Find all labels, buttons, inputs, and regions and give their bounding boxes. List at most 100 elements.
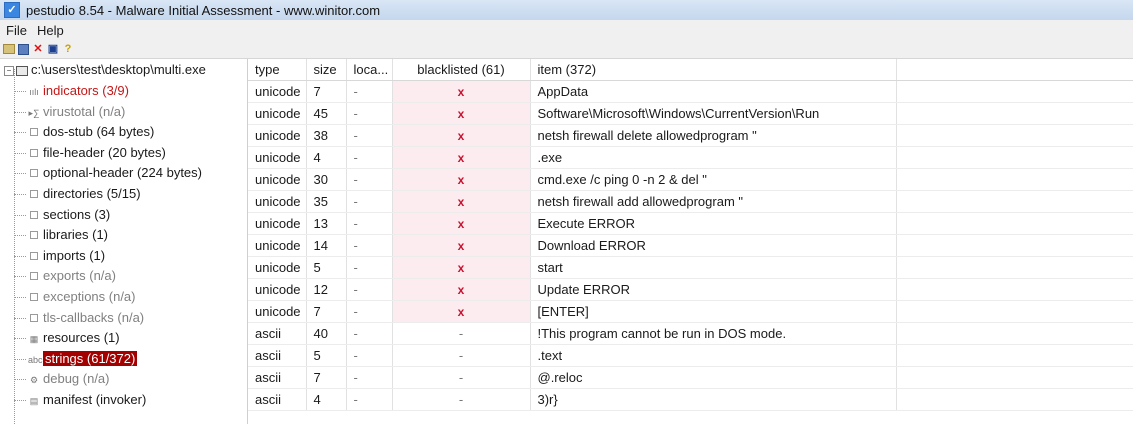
column-size[interactable]: size — [306, 59, 347, 81]
cell-type: unicode — [248, 212, 307, 235]
table-row[interactable]: unicode 45- x Software\Microsoft\Windows\Cu… — [248, 102, 1133, 125]
tree-branch-line — [14, 235, 26, 237]
tree-item[interactable]: dos-stub (64 bytes) — [14, 121, 154, 142]
cell-filler — [896, 234, 1133, 257]
cell-size: 35 — [306, 190, 347, 213]
cell-blacklisted: - — [392, 322, 531, 345]
cell-type: unicode — [248, 146, 307, 169]
tree-item[interactable]: ⚙ debug (n/a) — [14, 368, 110, 389]
tree-item-label: tls-callbacks (n/a) — [43, 309, 145, 325]
table-row[interactable]: ascii 40- - !This program cannot be run in … — [248, 322, 1133, 345]
table-row[interactable]: unicode 30- x cmd.exe /c ping 0 -n 2 & del … — [248, 168, 1133, 191]
table-row[interactable]: unicode 12- x Update ERROR — [248, 278, 1133, 301]
tree-item-label: resources (1) — [43, 330, 120, 346]
tree-item[interactable]: sections (3) — [14, 204, 110, 225]
cell-item: Download ERROR — [530, 234, 897, 257]
tree-item[interactable]: ▤ manifest (invoker) — [14, 389, 146, 410]
tree-branch-line — [14, 276, 26, 278]
table-row[interactable]: unicode 5- x start — [248, 256, 1133, 279]
tree-item[interactable]: ▦ resources (1) — [14, 327, 120, 348]
tree-item-label: libraries (1) — [43, 227, 109, 243]
column-blacklisted[interactable]: blacklisted (61) — [392, 59, 531, 81]
cell-type: ascii — [248, 366, 307, 389]
tree-item-label: imports (1) — [43, 247, 106, 263]
table-row[interactable]: unicode 14- x Download ERROR — [248, 234, 1133, 257]
table-row[interactable]: ascii 4- -3)r} — [248, 388, 1133, 411]
open-icon[interactable] — [3, 44, 15, 54]
table-row[interactable]: unicode 4- x .exe — [248, 146, 1133, 169]
cell-item: netsh firewall delete allowedprogram " — [530, 124, 897, 147]
blacklisted-x-icon: x — [457, 283, 465, 297]
window-title: pestudio 8.54 - Malware Initial Assessme… — [26, 2, 381, 18]
tree-branch-line — [14, 379, 26, 381]
tree-item-label: manifest (invoker) — [43, 392, 147, 407]
tree-item[interactable]: exports (n/a) — [14, 265, 116, 286]
table-row[interactable]: ascii 5- - .text — [248, 344, 1133, 367]
table-row[interactable]: unicode 7- x [ENTER] — [248, 300, 1133, 323]
tree-item[interactable]: libraries (1) — [14, 224, 108, 245]
column-location[interactable]: loca... — [346, 59, 393, 81]
cell-item: cmd.exe /c ping 0 -n 2 & del " — [530, 168, 897, 191]
tree-item[interactable]: ıılı indicators (3/9) — [14, 80, 129, 101]
tree-item[interactable]: directories (5/15) — [14, 183, 141, 204]
cell-blacklisted: x — [392, 234, 531, 257]
cell-filler — [896, 124, 1133, 147]
cell-type: unicode — [248, 190, 307, 213]
blacklisted-x-icon: x — [457, 151, 465, 165]
tree-branch-line — [14, 132, 26, 134]
cell-type: unicode — [248, 80, 307, 103]
tree-item[interactable]: ▸∑ virustotal (n/a) — [14, 101, 125, 122]
table-row[interactable]: unicode 35- x netsh firewall add allowedpro… — [248, 190, 1133, 213]
tree-item[interactable]: imports (1) — [14, 245, 105, 266]
help-icon[interactable]: ? — [62, 43, 74, 55]
cell-size: 7 — [306, 300, 347, 323]
tree-branch-line — [14, 111, 26, 113]
cell-location: - — [346, 168, 393, 191]
tree-item[interactable]: tls-callbacks (n/a) — [14, 307, 144, 328]
tree-branch-line — [14, 255, 26, 257]
tree-branch-line — [14, 317, 26, 319]
blacklisted-dash: - — [458, 392, 464, 407]
tree-item[interactable]: optional-header (224 bytes) — [14, 162, 202, 183]
table-row[interactable]: unicode 38- x netsh firewall delete allowed… — [248, 124, 1133, 147]
file-icon — [16, 65, 28, 76]
cell-item: [ENTER] — [530, 300, 897, 323]
tree-root[interactable]: − c:\users\test\desktop\multi.exe — [4, 59, 206, 80]
tree-branch-line — [14, 358, 26, 360]
tree-item-label: dos-stub (64 bytes) — [43, 124, 155, 140]
column-item[interactable]: item (372) — [530, 59, 897, 81]
cell-size: 4 — [306, 146, 347, 169]
tree-item[interactable]: file-header (20 bytes) — [14, 142, 166, 163]
cell-location: - — [346, 278, 393, 301]
tree-item-label: directories (5/15) — [43, 186, 141, 201]
save-icon[interactable] — [18, 43, 29, 55]
tree-branch-line — [14, 173, 26, 175]
column-type[interactable]: type — [248, 59, 307, 81]
menu-help[interactable]: Help — [31, 23, 68, 38]
disk-icon[interactable]: ▣ — [47, 43, 59, 55]
cell-size: 38 — [306, 124, 347, 147]
table-row[interactable]: unicode 13- x Execute ERROR — [248, 212, 1133, 235]
cell-size: 7 — [306, 366, 347, 389]
cell-location: - — [346, 366, 393, 389]
cell-filler — [896, 80, 1133, 103]
menu-file[interactable]: File — [0, 23, 31, 38]
cell-size: 5 — [306, 344, 347, 367]
blacklisted-x-icon: x — [457, 239, 465, 253]
cell-type: unicode — [248, 256, 307, 279]
cell-blacklisted: x — [392, 168, 531, 191]
tree-item[interactable]: abc strings (61/372) — [14, 348, 138, 369]
cell-filler — [896, 256, 1133, 279]
cell-blacklisted: x — [392, 300, 531, 323]
close-x-icon[interactable]: ✕ — [32, 43, 44, 55]
table-row[interactable]: unicode 7- x AppData — [248, 80, 1133, 103]
cell-item: netsh firewall add allowedprogram " — [530, 190, 897, 213]
collapse-icon[interactable]: − — [4, 65, 14, 76]
tree-item-label: indicators (3/9) — [43, 83, 129, 98]
cell-location: - — [346, 234, 393, 257]
tree-item-label: debug (n/a) — [43, 371, 110, 387]
tree-item[interactable]: exceptions (n/a) — [14, 286, 136, 307]
cell-blacklisted: x — [392, 212, 531, 235]
cell-type: unicode — [248, 300, 307, 323]
table-row[interactable]: ascii 7- - @.reloc — [248, 366, 1133, 389]
